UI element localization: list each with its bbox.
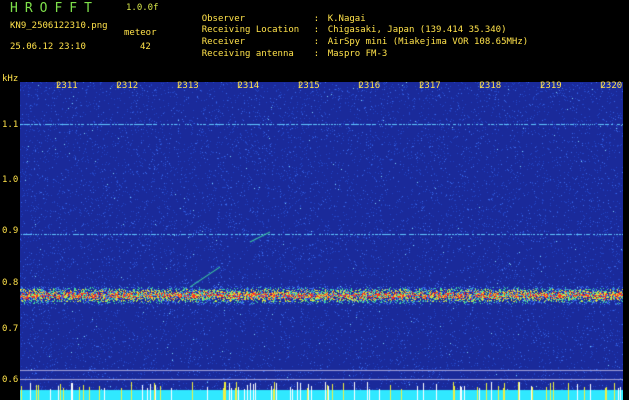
meteor-count-label: meteor — [124, 28, 157, 38]
time-tick-label: 2317 — [419, 81, 441, 91]
y-tick-label: 1.1 — [2, 120, 19, 130]
time-tick-label: 2318 — [479, 81, 502, 91]
time-tick-label: 2312 — [116, 81, 139, 91]
y-tick-label: 0.6 — [2, 375, 19, 385]
info-value: Maspro FM-3 — [327, 49, 388, 59]
time-tick-label: 2319 — [540, 81, 562, 91]
version-label: 1.0.0f — [126, 3, 159, 13]
y-tick-label: 1.0 — [2, 175, 19, 185]
header-panel: HROFFT 1.0.0f KN9_2506122310.png meteor … — [0, 0, 629, 84]
info-label: Receiving antenna — [201, 49, 294, 59]
filename-label: KN9_2506122310.png — [10, 21, 108, 31]
time-tick-label: 2316 — [358, 81, 381, 91]
datetime-label: 25.06.12 23:10 — [10, 42, 86, 52]
y-tick-label: 0.8 — [2, 278, 19, 288]
time-tick-label: 2313 — [177, 81, 199, 91]
spectrogram-canvas — [20, 82, 623, 400]
time-tick-label: 2320 — [600, 81, 623, 91]
time-tick-label: 2311 — [56, 81, 78, 91]
info-row-antenna: Receiving antenna: Maspro FM-3 — [201, 49, 388, 59]
time-tick-label: 2315 — [298, 81, 320, 91]
app-title: HROFFT — [10, 1, 99, 16]
y-axis-unit: kHz — [2, 74, 19, 84]
y-tick-label: 0.7 — [2, 324, 19, 334]
meteor-count-value: 42 — [140, 42, 151, 52]
y-tick-label: 0.9 — [2, 226, 19, 236]
time-tick-label: 2314 — [237, 81, 260, 91]
